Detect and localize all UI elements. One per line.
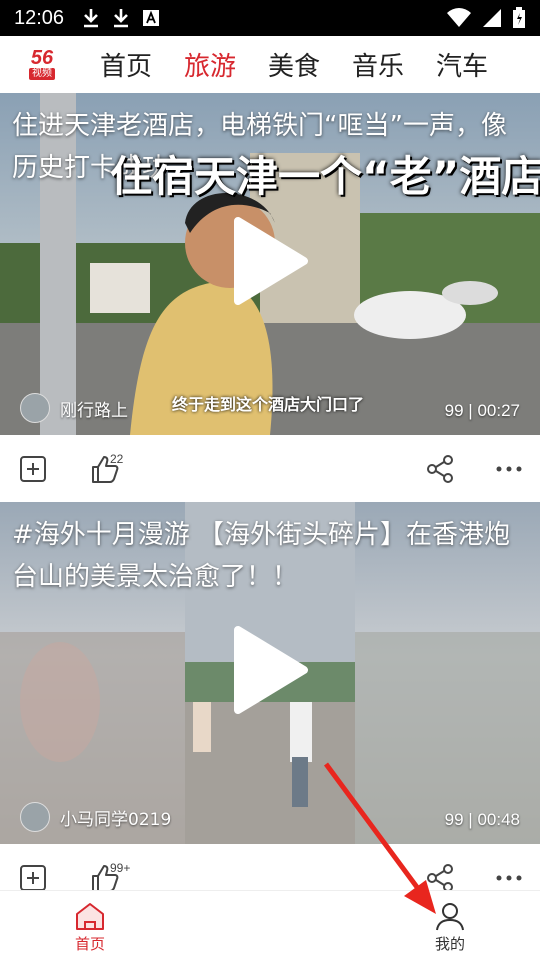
author-info[interactable]: 刚行路上	[20, 393, 128, 423]
bottom-nav-profile[interactable]: 我的	[410, 901, 490, 954]
logo-subtitle: 视频	[29, 68, 55, 80]
tab-music[interactable]: 音乐	[336, 46, 420, 83]
video-meta: 99 | 00:27	[444, 401, 520, 420]
share-icon[interactable]	[424, 452, 458, 486]
video-title[interactable]: #海外十月漫游 【海外街头碎片】在香港炮台山的美景太治愈了！！	[12, 514, 524, 598]
card-actions: 22	[0, 436, 540, 500]
like-count: 99+	[110, 861, 131, 875]
avatar	[20, 393, 50, 423]
bottom-nav-home[interactable]: 首页	[50, 901, 130, 954]
tab-home[interactable]: 首页	[84, 46, 168, 83]
top-nav: 56 视频 首页 旅游 美食 音乐 汽车	[0, 36, 540, 92]
app-logo[interactable]: 56 视频	[20, 42, 64, 86]
like-count: 22	[110, 452, 124, 466]
more-icon[interactable]	[492, 452, 526, 486]
status-time: 12:06	[14, 6, 65, 29]
play-icon[interactable]	[228, 622, 312, 718]
bottom-nav-home-label: 首页	[74, 935, 105, 953]
tab-food[interactable]: 美食	[252, 46, 336, 83]
avatar	[20, 802, 50, 832]
author-info[interactable]: 小马同学0219	[20, 802, 171, 832]
wifi-icon	[447, 8, 471, 27]
video-thumbnail[interactable]: 住进天津老酒店，电梯铁门“哐当”一声，像历史打卡成功 住宿天津一个“老”酒店 终…	[0, 93, 540, 435]
signal-icon	[483, 9, 501, 27]
video-thumbnail[interactable]: #海外十月漫游 【海外街头碎片】在香港炮台山的美景太治愈了！！ 小马同学0219…	[0, 502, 540, 844]
tab-cars[interactable]: 汽车	[420, 46, 504, 83]
play-icon[interactable]	[228, 213, 312, 309]
overlay-title: 住宿天津一个“老”酒店	[110, 152, 540, 201]
profile-icon	[436, 903, 464, 931]
tab-travel[interactable]: 旅游	[168, 46, 252, 83]
keyboard-a-icon	[143, 10, 160, 26]
author-name: 刚行路上	[60, 400, 128, 421]
video-caption: 终于走到这个酒店大门口了	[172, 395, 365, 414]
category-tabs: 首页 旅游 美食 音乐 汽车	[84, 46, 504, 83]
logo-number: 56	[30, 47, 54, 69]
add-icon[interactable]	[16, 452, 50, 486]
download-icon	[84, 9, 99, 28]
status-bar: 12:06	[0, 0, 540, 36]
author-name: 小马同学0219	[60, 809, 172, 830]
video-meta: 99 | 00:48	[444, 810, 520, 829]
download-icon	[114, 9, 129, 28]
home-icon	[76, 903, 104, 930]
battery-icon	[513, 7, 525, 28]
bottom-nav: 首页 我的	[0, 890, 540, 960]
bottom-nav-profile-label: 我的	[434, 935, 465, 953]
